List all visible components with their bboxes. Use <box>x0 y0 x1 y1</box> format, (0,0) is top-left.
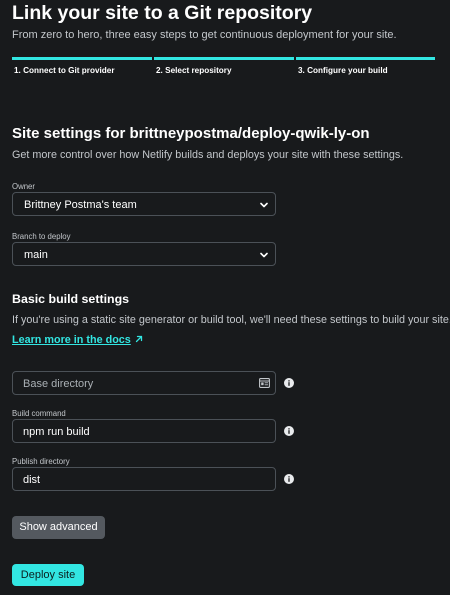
directory-picker-icon[interactable] <box>259 378 270 388</box>
step-select-repo: 2. Select repository <box>154 57 294 80</box>
site-settings-heading: Site settings for brittneypostma/deploy-… <box>12 125 370 142</box>
step-connect-label: 1. Connect to Git provider <box>14 66 115 75</box>
base-directory-input[interactable]: Base directory <box>12 371 276 395</box>
deploy-site-button[interactable]: Deploy site <box>12 564 84 586</box>
step-select-repo-label: 2. Select repository <box>156 66 232 75</box>
publish-directory-input[interactable]: dist <box>12 467 276 491</box>
external-arrow-icon <box>135 335 142 343</box>
chevron-down-icon <box>260 252 268 258</box>
owner-select-value: Brittney Postma's team <box>24 199 137 211</box>
page-title: Link your site to a Git repository <box>12 2 313 24</box>
show-advanced-button[interactable]: Show advanced <box>12 516 105 539</box>
site-settings-description: Get more control over how Netlify builds… <box>12 149 404 161</box>
step-configure-build: 3. Configure your build <box>296 57 435 80</box>
build-settings-description: If you're using a static site generator … <box>12 314 450 326</box>
branch-select[interactable]: main <box>12 242 276 266</box>
page-subtitle: From zero to hero, three easy steps to g… <box>12 29 397 41</box>
owner-select[interactable]: Brittney Postma's team <box>12 192 276 216</box>
chevron-down-icon <box>260 202 268 208</box>
build-command-input[interactable]: npm run build <box>12 419 276 443</box>
step-configure-build-label: 3. Configure your build <box>298 66 388 75</box>
publish-directory-value: dist <box>23 474 41 486</box>
build-settings-heading: Basic build settings <box>12 292 130 306</box>
learn-more-link-text: Learn more in the docs <box>12 334 131 346</box>
publish-directory-label: Publish directory <box>12 457 70 466</box>
step-connect: 1. Connect to Git provider <box>12 57 152 80</box>
build-command-value: npm run build <box>23 426 90 438</box>
base-directory-placeholder: Base directory <box>23 378 94 390</box>
info-icon[interactable] <box>284 474 294 484</box>
learn-more-link[interactable]: Learn more in the docs <box>12 334 143 346</box>
branch-label: Branch to deploy <box>12 232 71 241</box>
info-icon[interactable] <box>284 378 294 388</box>
owner-label: Owner <box>12 182 35 191</box>
info-icon[interactable] <box>284 426 294 436</box>
branch-select-value: main <box>24 249 48 261</box>
build-command-label: Build command <box>12 409 66 418</box>
